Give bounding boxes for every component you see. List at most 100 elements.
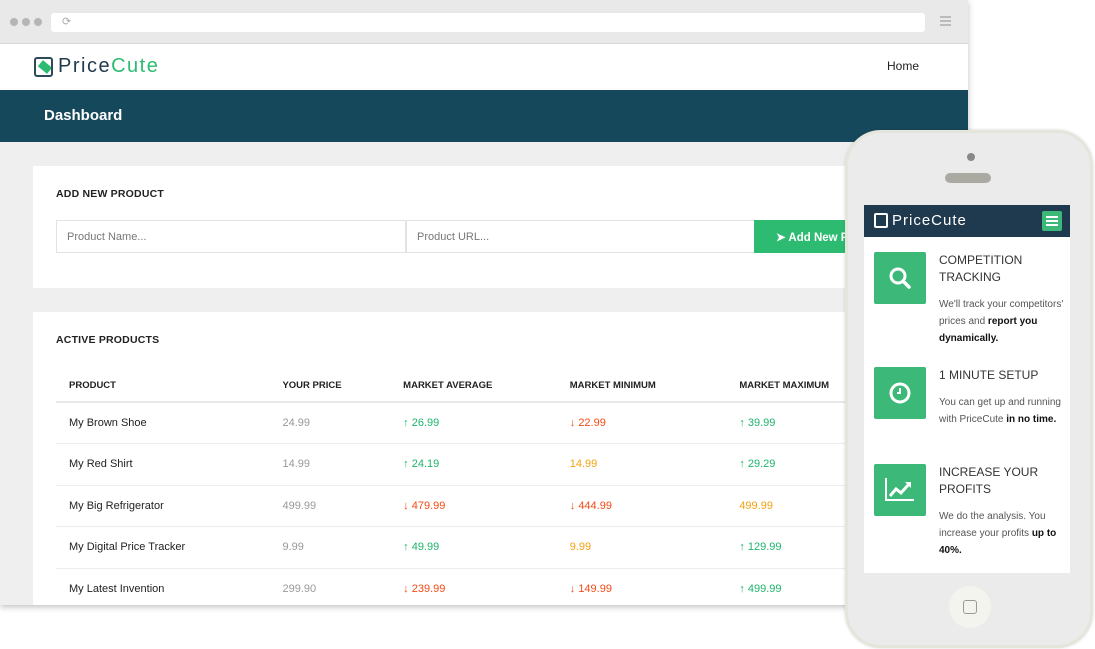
navbar: PriceCute Home bbox=[0, 44, 968, 90]
price-cell: 14.99 bbox=[269, 443, 391, 486]
logo[interactable]: PriceCute bbox=[34, 55, 159, 78]
table-row[interactable]: My Red Shirt 14.99 ↑ 24.19 14.99 ↑ 29.29 bbox=[56, 443, 876, 486]
avg-value: 479.99 bbox=[411, 499, 446, 512]
column-header: PRODUCT bbox=[56, 370, 270, 403]
min-value: 22.99 bbox=[578, 417, 606, 429]
active-products-title: ACTIVE PRODUCTS bbox=[56, 334, 160, 346]
price-cell: 299.90 bbox=[269, 568, 391, 605]
table-row[interactable]: My Brown Shoe 24.99 ↑ 26.99 ↓ 22.99 ↑ 39.99 bbox=[56, 402, 876, 444]
add-product-title: ADD NEW PRODUCT bbox=[56, 188, 164, 200]
address-bar[interactable]: ⟳ bbox=[51, 13, 925, 32]
hamburger-menu-icon[interactable] bbox=[1042, 211, 1062, 231]
column-header: MARKET AVERAGE bbox=[390, 370, 557, 403]
camera bbox=[967, 153, 975, 161]
price-value: 299.90 bbox=[282, 582, 317, 595]
search-icon bbox=[874, 252, 926, 304]
tag-icon bbox=[34, 56, 53, 77]
page-title: Dashboard bbox=[0, 90, 968, 142]
min-cell: 9.99 bbox=[556, 526, 727, 569]
avg-cell: ↑ 24.19 bbox=[390, 443, 557, 486]
feature-title: COMPETITION TRACKING bbox=[939, 253, 1023, 284]
mobile-logo[interactable]: PriceCute bbox=[874, 212, 967, 229]
arrow-up-icon: ↑ bbox=[403, 541, 412, 554]
avg-cell: ↑ 49.99 bbox=[390, 526, 557, 569]
product-url-input[interactable]: Product URL... bbox=[406, 220, 755, 253]
max-value: 129.99 bbox=[747, 541, 782, 554]
product-value: My Brown Shoe bbox=[69, 417, 147, 429]
arrow-up-icon: ↑ bbox=[403, 417, 412, 429]
avg-value: 24.19 bbox=[411, 458, 440, 471]
arrow-up-icon: ↑ bbox=[739, 582, 748, 595]
price-value: 24.99 bbox=[282, 417, 310, 429]
product-cell: My Digital Price Tracker bbox=[56, 526, 270, 569]
logo-text: Price bbox=[58, 55, 112, 77]
avg-cell: ↓ 479.99 bbox=[390, 485, 557, 527]
product-cell: My Big Refrigerator bbox=[56, 485, 270, 527]
feature-text: We do the analysis. You increase your pr… bbox=[939, 511, 1046, 539]
window-controls[interactable] bbox=[10, 18, 42, 26]
avg-value: 239.99 bbox=[411, 582, 446, 595]
active-products-card: ACTIVE PRODUCTS PRODUCT YOUR PRICE MARKET … bbox=[33, 312, 893, 605]
add-product-card: ADD NEW PRODUCT Product Name... Product … bbox=[33, 166, 894, 288]
table-row[interactable]: My Digital Price Tracker 9.99 ↑ 49.99 9.99 ↑… bbox=[56, 526, 876, 569]
min-value: 444.99 bbox=[578, 499, 612, 512]
chart-icon bbox=[874, 464, 926, 516]
avg-value: 26.99 bbox=[411, 417, 440, 429]
min-value: 14.99 bbox=[569, 458, 598, 471]
feature-description: We'll track your competitors' prices and… bbox=[939, 296, 1070, 347]
table-row[interactable]: My Big Refrigerator 499.99 ↓ 479.99 ↓ 444.9… bbox=[56, 485, 876, 527]
reload-icon[interactable]: ⟳ bbox=[62, 15, 71, 28]
arrow-up-icon: ↑ bbox=[739, 541, 748, 554]
min-cell: ↓ 22.99 bbox=[556, 402, 727, 444]
product-cell: My Brown Shoe bbox=[56, 402, 270, 444]
product-cell: My Red Shirt bbox=[56, 443, 270, 486]
products-table: PRODUCT YOUR PRICE MARKET AVERAGE MARKET MI… bbox=[56, 370, 876, 605]
logo-text-accent: Cute bbox=[111, 55, 160, 77]
column-header: YOUR PRICE bbox=[269, 370, 391, 403]
browser-chrome: ⟳ bbox=[0, 0, 968, 44]
browser-window: ⟳ PriceCute Home Dashboard ADD NEW PRODU… bbox=[0, 0, 968, 605]
product-value: My Digital Price Tracker bbox=[69, 541, 186, 554]
product-name-input[interactable]: Product Name... bbox=[56, 220, 406, 253]
tag-icon bbox=[874, 213, 888, 228]
feature-description: You can get up and running with PriceCut… bbox=[939, 394, 1070, 428]
price-value: 499.99 bbox=[282, 499, 317, 512]
speaker bbox=[945, 173, 991, 183]
min-value: 9.99 bbox=[569, 541, 592, 554]
column-header: MARKET MINIMUM bbox=[556, 370, 727, 403]
table-row[interactable]: My Latest Invention 299.90 ↓ 239.99 ↓ 149.9… bbox=[56, 568, 876, 605]
product-value: My Latest Invention bbox=[69, 582, 165, 595]
feature-description: We do the analysis. You increase your pr… bbox=[939, 508, 1070, 559]
phone-home-button[interactable] bbox=[949, 586, 991, 628]
max-value: 499.99 bbox=[739, 499, 773, 512]
avg-cell: ↓ 239.99 bbox=[390, 568, 557, 605]
product-value: My Big Refrigerator bbox=[69, 499, 164, 512]
avg-value: 49.99 bbox=[411, 541, 440, 554]
price-value: 9.99 bbox=[282, 541, 304, 554]
product-cell: My Latest Invention bbox=[56, 568, 270, 605]
price-cell: 9.99 bbox=[269, 526, 391, 569]
arrow-down-icon: ↓ bbox=[403, 582, 412, 595]
avg-cell: ↑ 26.99 bbox=[390, 402, 557, 444]
phone-mockup: PriceCute COMPETITION TRACKING We'll trac… bbox=[845, 130, 1093, 648]
price-cell: 499.99 bbox=[269, 485, 391, 527]
menu-icon[interactable] bbox=[940, 16, 951, 28]
arrow-up-icon: ↑ bbox=[739, 417, 748, 429]
clock-icon bbox=[874, 367, 926, 419]
min-value: 149.99 bbox=[578, 582, 612, 595]
max-value: 39.99 bbox=[747, 417, 776, 429]
max-value: 29.29 bbox=[747, 458, 776, 471]
min-cell: ↓ 149.99 bbox=[556, 568, 727, 605]
arrow-up-icon: ↑ bbox=[739, 458, 748, 471]
phone-screen: PriceCute COMPETITION TRACKING We'll trac… bbox=[864, 205, 1070, 573]
price-value: 14.99 bbox=[282, 458, 310, 471]
price-cell: 24.99 bbox=[269, 402, 391, 444]
arrow-down-icon: ↓ bbox=[403, 499, 412, 512]
nav-home-link[interactable]: Home bbox=[887, 59, 919, 73]
feature-title: 1 MINUTE SETUP bbox=[939, 368, 1039, 382]
product-value: My Red Shirt bbox=[69, 458, 133, 471]
max-value: 499.99 bbox=[747, 582, 782, 595]
rocket-icon: ➤ bbox=[776, 232, 789, 244]
feature-title: INCREASE YOUR PROFITS bbox=[939, 465, 1039, 496]
min-cell: ↓ 444.99 bbox=[556, 485, 727, 527]
